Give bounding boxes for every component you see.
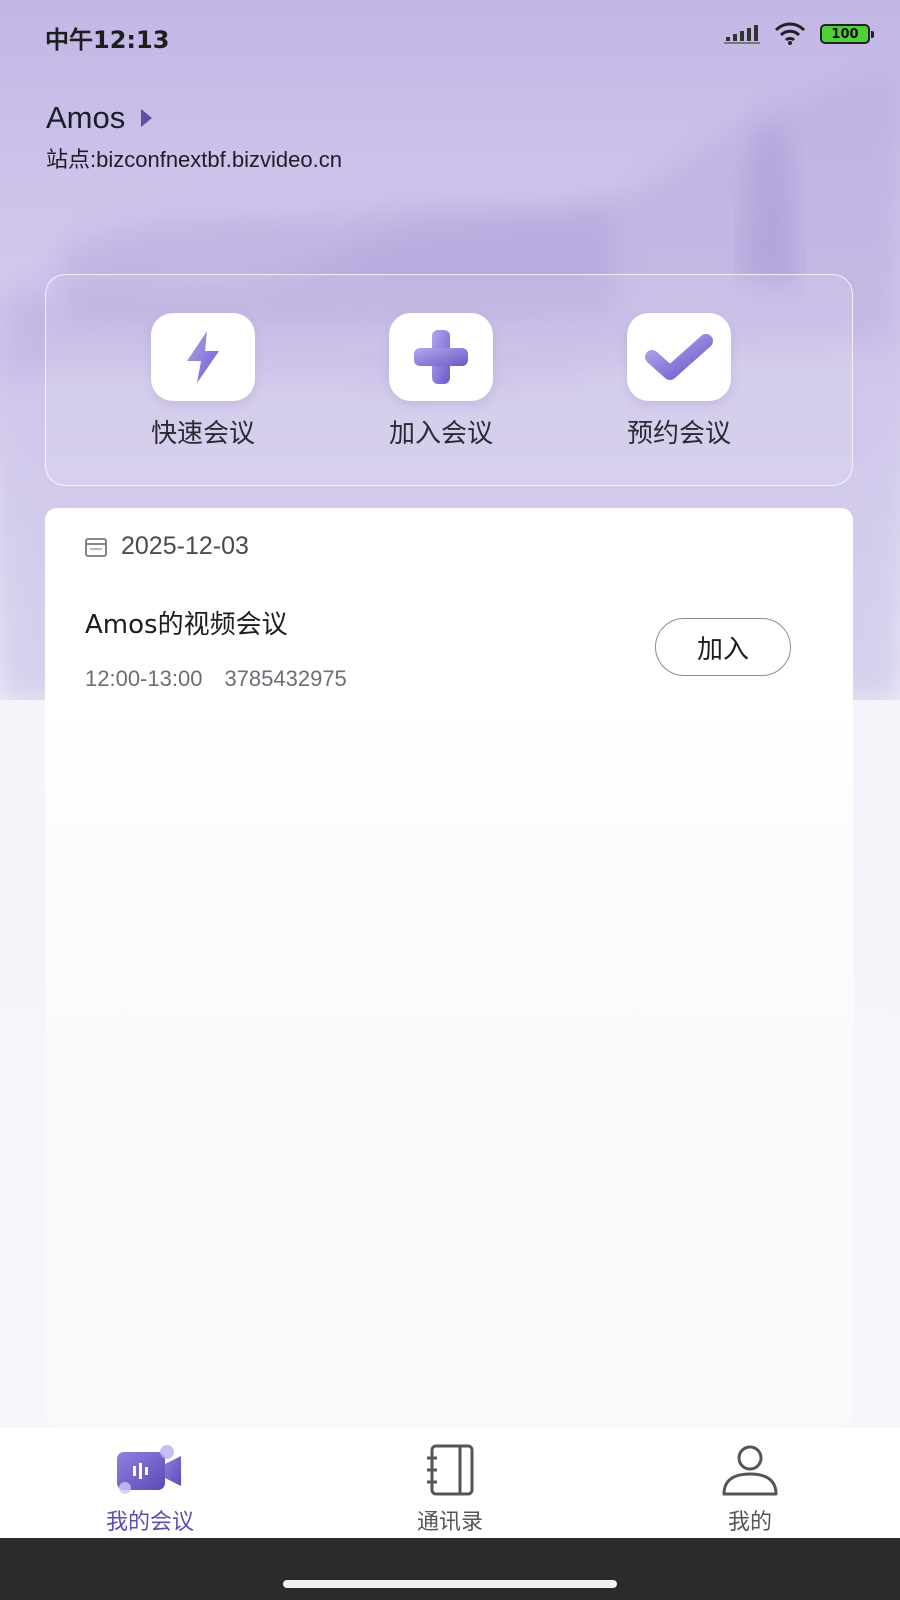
tab-contacts-label: 通讯录 [416,1510,483,1535]
status-bar: 中午12:13 100 [0,0,900,64]
join-meeting-button[interactable]: 加入会议 [366,313,516,450]
system-nav-area [0,1538,900,1600]
join-meeting-tile[interactable] [389,313,493,401]
quick-meeting-label: 快速会议 [150,419,255,449]
site-address: 站点:bizconfnextbf.bizvideo.cn [46,147,342,172]
user-profile-link[interactable]: Amos [46,100,153,136]
meeting-meta: 12:00-13:00 3785432975 [85,666,347,692]
home-indicator[interactable] [283,1580,617,1588]
meeting-title: Amos的视频会议 [85,610,288,640]
quick-meeting-button[interactable]: 快速会议 [128,313,278,450]
wifi-icon [774,22,806,45]
quick-actions-panel: 快速会议 加入会议 预约会议 [45,274,853,486]
schedule-meeting-label: 预约会议 [626,419,731,449]
person-icon [710,1438,790,1502]
address-book-icon [410,1438,490,1502]
tab-me[interactable]: 我的 [650,1438,850,1536]
calendar-icon [85,537,107,557]
schedule-meeting-button[interactable]: 预约会议 [604,313,754,450]
plus-icon [414,330,468,384]
schedule-meeting-tile[interactable] [627,313,731,401]
date-header: 2025-12-03 [85,532,249,561]
meeting-id: 3785432975 [224,666,347,691]
meeting-list-card: 2025-12-03 Amos的视频会议 12:00-13:00 3785432… [45,508,853,1428]
meeting-time: 12:00-13:00 [85,666,203,691]
user-name: Amos [46,100,126,135]
status-time: 中午12:13 [45,26,170,54]
meeting-date: 2025-12-03 [121,532,249,560]
join-button[interactable]: 加入 [655,618,791,676]
video-camera-icon [110,1438,190,1502]
join-meeting-label: 加入会议 [388,419,493,449]
tab-me-label: 我的 [727,1510,772,1535]
signal-icon [724,25,760,44]
tab-bar: 我的会议 通讯录 我的 [0,1428,900,1538]
quick-meeting-tile[interactable] [151,313,255,401]
checkmark-icon [645,334,713,380]
status-icons: 100 [724,22,874,46]
tab-contacts[interactable]: 通讯录 [350,1438,550,1536]
battery-indicator: 100 [820,24,874,44]
tab-my-meetings-label: 我的会议 [105,1510,194,1535]
lightning-icon [187,331,219,383]
caret-right-icon [141,109,153,127]
tab-my-meetings[interactable]: 我的会议 [50,1438,250,1536]
